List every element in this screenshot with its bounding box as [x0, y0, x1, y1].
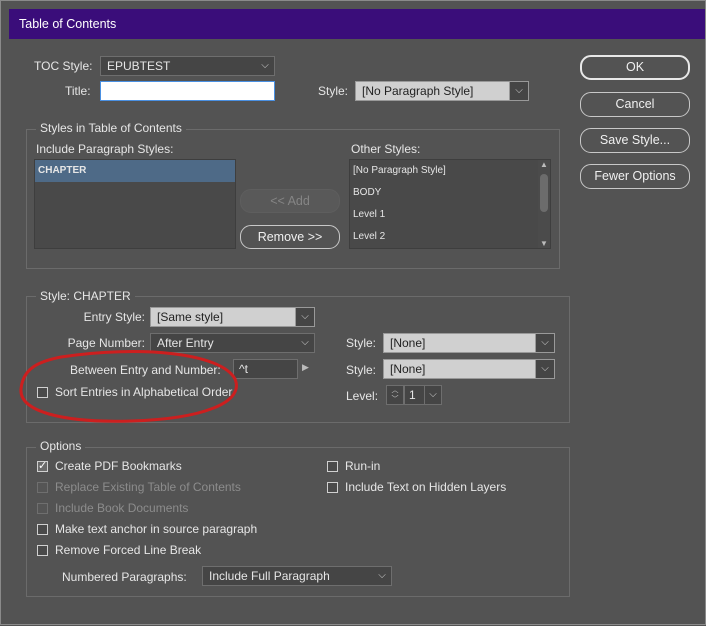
red-annotation-circle — [19, 350, 238, 423]
dialog-window: Table of Contents TOC Style: EPUBTEST ⌵ … — [0, 0, 706, 625]
